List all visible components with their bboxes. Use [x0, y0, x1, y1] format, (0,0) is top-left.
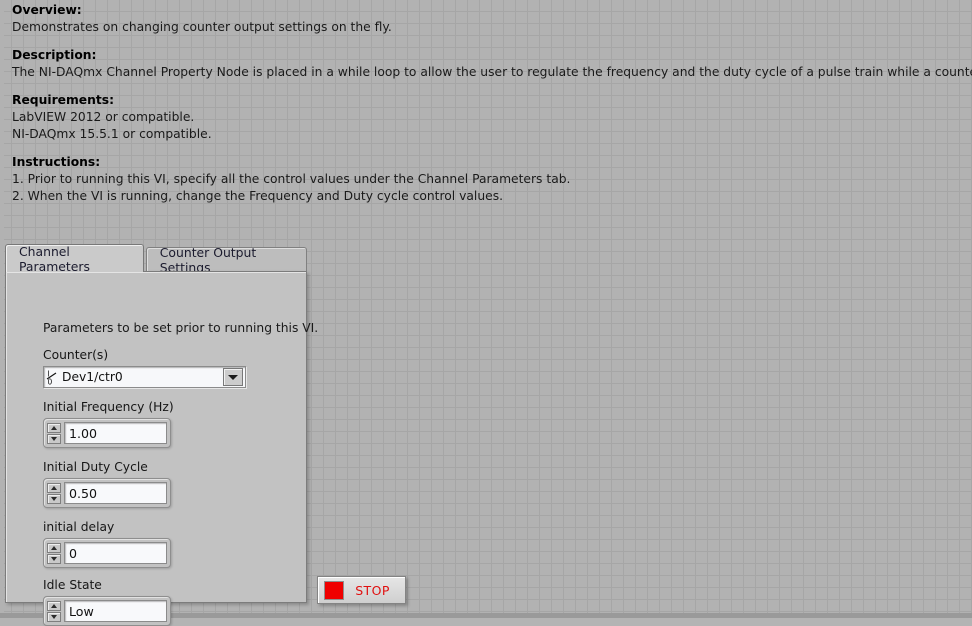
svg-text:0: 0: [48, 377, 53, 386]
increment-arrow-icon[interactable]: [47, 542, 61, 553]
decrement-arrow-icon[interactable]: [47, 493, 61, 504]
initial-duty-cycle-control-group: Initial Duty Cycle 0.50: [43, 460, 171, 508]
increment-arrow-icon[interactable]: [47, 422, 61, 433]
labview-front-panel: Overview: Demonstrates on changing count…: [0, 0, 972, 626]
initial-delay-control[interactable]: 0: [43, 538, 171, 568]
initial-delay-stepper[interactable]: [47, 542, 61, 564]
requirements-line-2: NI-DAQmx 15.5.1 or compatible.: [12, 127, 212, 141]
decrement-arrow-icon[interactable]: [47, 433, 61, 444]
description-heading: Description:: [12, 48, 97, 62]
decrement-arrow-icon[interactable]: [47, 553, 61, 564]
initial-duty-cycle-stepper[interactable]: [47, 482, 61, 504]
initial-delay-control-group: initial delay 0: [43, 520, 171, 568]
requirements-line-1: LabVIEW 2012 or compatible.: [12, 110, 195, 124]
panel-left-gutter: [0, 0, 4, 618]
documentation-text-block: Overview: Demonstrates on changing count…: [12, 2, 972, 205]
square-led-icon: [324, 580, 344, 600]
initial-frequency-value[interactable]: 1.00: [64, 422, 167, 444]
requirements-heading: Requirements:: [12, 93, 115, 107]
initial-delay-label: initial delay: [43, 520, 115, 534]
stop-button-label: STOP: [355, 582, 390, 598]
instructions-heading: Instructions:: [12, 155, 101, 169]
overview-heading: Overview:: [12, 3, 82, 17]
tab-control: Channel Parameters Counter Output Settin…: [5, 243, 318, 626]
increment-arrow-icon[interactable]: [47, 482, 61, 493]
tab-counter-output-settings[interactable]: Counter Output Settings: [145, 245, 307, 275]
initial-delay-value[interactable]: 0: [64, 542, 167, 564]
tab-header-strip: Channel Parameters Counter Output Settin…: [5, 243, 307, 275]
initial-frequency-control-group: Initial Frequency (Hz) 1.00: [43, 400, 174, 448]
initial-duty-cycle-label: Initial Duty Cycle: [43, 460, 148, 474]
counters-value: Dev1/ctr0: [62, 370, 123, 384]
initial-frequency-control[interactable]: 1.00: [43, 418, 171, 448]
tab-page-intro-text: Parameters to be set prior to running th…: [43, 321, 319, 335]
initial-frequency-label: Initial Frequency (Hz): [43, 400, 174, 414]
instructions-line-2: 2. When the VI is running, change the Fr…: [12, 189, 504, 203]
chevron-down-icon[interactable]: [223, 368, 243, 386]
initial-duty-cycle-value[interactable]: 0.50: [64, 482, 167, 504]
initial-frequency-stepper[interactable]: [47, 422, 61, 444]
counters-io-combo[interactable]: I 0 Dev1/ctr0: [43, 366, 246, 388]
description-line-1: The NI-DAQmx Channel Property Node is pl…: [12, 65, 972, 79]
overview-line-1: Demonstrates on changing counter output …: [12, 20, 392, 34]
counters-control-group: Counter(s) I 0 Dev1/ctr0: [43, 348, 246, 388]
initial-duty-cycle-control[interactable]: 0.50: [43, 478, 171, 508]
tab-channel-parameters[interactable]: Channel Parameters: [5, 243, 144, 274]
tab-page-channel-parameters: Parameters to be set prior to running th…: [5, 271, 318, 626]
idle-state-stepper[interactable]: [47, 600, 61, 622]
idle-state-label: Idle State: [43, 578, 102, 592]
idle-state-value[interactable]: Low: [64, 600, 167, 622]
counters-label: Counter(s): [43, 348, 109, 362]
decrement-arrow-icon[interactable]: [47, 611, 61, 622]
io-name-icon: I 0: [45, 367, 60, 387]
idle-state-control-group: Idle State Low: [43, 578, 171, 626]
instructions-line-1: 1. Prior to running this VI, specify all…: [12, 172, 571, 186]
increment-arrow-icon[interactable]: [47, 600, 61, 611]
tab-channel-parameters-label: Channel Parameters: [19, 243, 90, 274]
idle-state-control[interactable]: Low: [43, 596, 171, 626]
stop-button[interactable]: STOP: [317, 576, 406, 604]
